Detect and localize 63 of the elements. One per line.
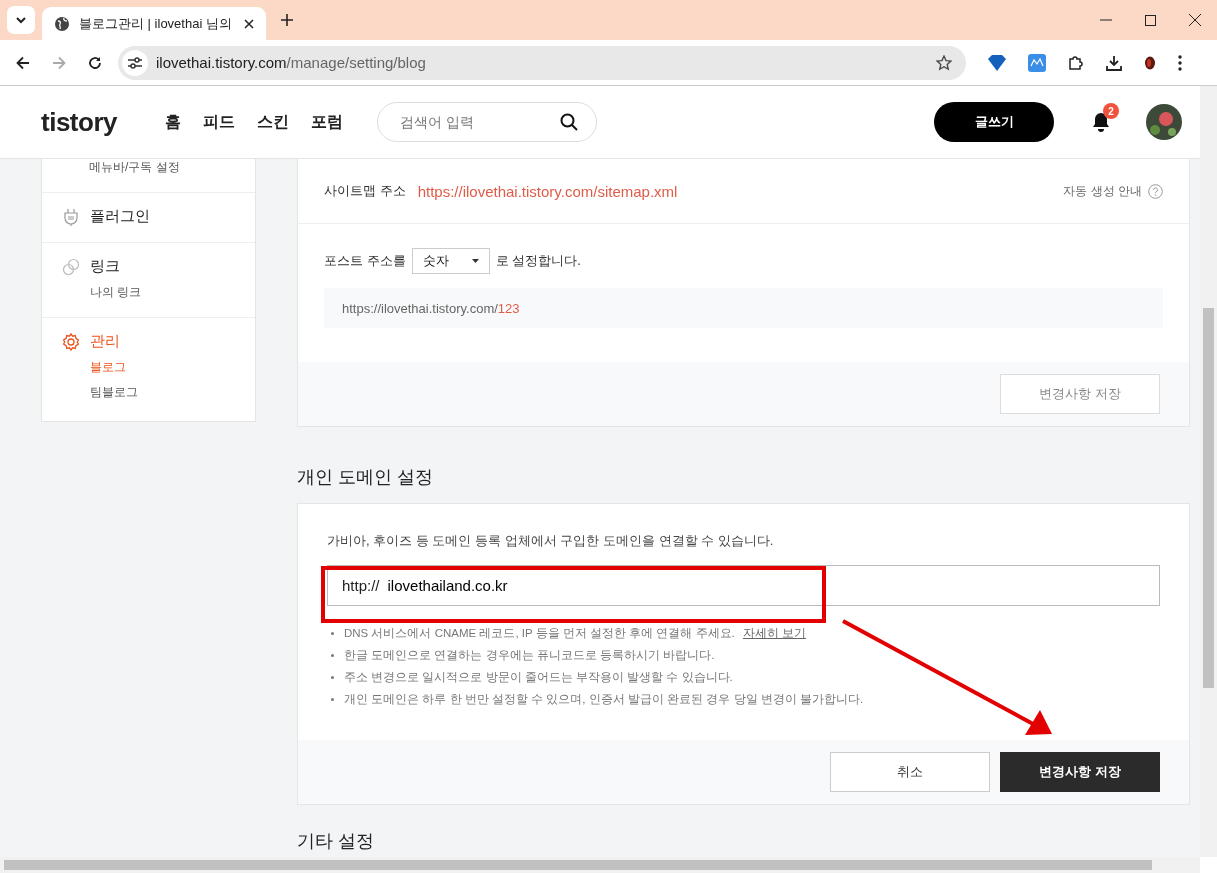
address-bar[interactable]: ilovethai.tistory.com/manage/setting/blog bbox=[118, 45, 966, 80]
gear-icon bbox=[62, 332, 80, 351]
note-text: DNS 서비스에서 CNAME 레코드, IP 등을 먼저 설정한 후에 연결해 주세요. bbox=[344, 625, 735, 641]
menu-icon[interactable] bbox=[1178, 54, 1182, 71]
sidebar-item[interactable]: 플러그인 bbox=[62, 207, 255, 226]
star-icon[interactable] bbox=[936, 54, 952, 71]
save-button[interactable]: 변경사항 저장 bbox=[1000, 752, 1160, 792]
notification-badge: 2 bbox=[1103, 103, 1119, 119]
section-heading: 기타 설정 bbox=[297, 830, 375, 851]
domain-field[interactable]: http:// ilovethailand.co.kr bbox=[327, 565, 1160, 606]
download-icon[interactable] bbox=[1106, 54, 1122, 71]
format-dropdown[interactable]: 숫자 bbox=[411, 248, 490, 274]
browser-tab[interactable]: 블로그관리 | ilovethai 님의 bbox=[42, 7, 266, 40]
close-icon[interactable] bbox=[244, 18, 254, 29]
note-text: 한글 도메인으로 연결하는 경우에는 퓨니코드로 등록하시기 바랍니다. bbox=[344, 647, 715, 663]
search-icon[interactable] bbox=[559, 113, 578, 131]
nav-link[interactable]: 홈 bbox=[164, 111, 181, 133]
link-icon bbox=[62, 257, 80, 276]
close-icon[interactable] bbox=[1189, 14, 1201, 26]
sidebar-subitem[interactable]: 나의 링크 bbox=[90, 284, 255, 301]
puzzle-icon[interactable] bbox=[1068, 54, 1084, 71]
caret-icon bbox=[471, 259, 479, 263]
search-field[interactable]: 검색어 입력 bbox=[397, 113, 560, 131]
note-text: 주소 변경으로 일시적으로 방문이 줄어드는 부작용이 발생할 수 있습니다. bbox=[344, 669, 733, 685]
sidebar-item[interactable]: 관리 bbox=[62, 332, 255, 351]
sidebar-item[interactable]: 링크 bbox=[62, 257, 255, 276]
protocol-prefix: http:// bbox=[342, 577, 380, 594]
extension-icon[interactable] bbox=[1028, 53, 1046, 72]
sitemap-link[interactable]: https://ilovethai.tistory.com/sitemap.xml bbox=[417, 182, 678, 200]
sitemap-label: 사이트맵 주소 bbox=[324, 182, 406, 200]
tab-list-button[interactable] bbox=[7, 6, 35, 34]
chevron-down-icon bbox=[16, 16, 26, 24]
note-text: 개인 도메인은 하루 한 번만 설정할 수 있으며, 인증서 발급이 완료된 경우 당일 변경이 불가합니다. bbox=[344, 691, 864, 707]
cancel-button[interactable]: 취소 bbox=[830, 752, 990, 792]
logo[interactable]: tistory bbox=[41, 106, 117, 138]
nav-link[interactable]: 스킨 bbox=[256, 111, 289, 133]
description: 가비아, 후이즈 등 도메인 등록 업체에서 구입한 도메인을 연결할 수 있습니다. bbox=[327, 532, 775, 550]
sidebar-subitem[interactable]: 메뉴바/구독 설정 bbox=[89, 159, 255, 176]
tab-title: 블로그관리 | ilovethai 님의 bbox=[79, 14, 233, 33]
nav-link[interactable]: 포럼 bbox=[310, 111, 343, 133]
avatar[interactable] bbox=[1146, 104, 1182, 140]
reload-icon[interactable] bbox=[88, 55, 102, 70]
site-settings-icon[interactable] bbox=[128, 56, 142, 69]
write-button[interactable]: 글쓰기 bbox=[934, 102, 1054, 142]
horizontal-scrollbar[interactable] bbox=[0, 857, 1200, 873]
url-preview: https://ilovethai.tistory.com/123 bbox=[324, 288, 1163, 328]
diamond-icon[interactable] bbox=[988, 54, 1006, 71]
details-link[interactable]: 자세히 보기 bbox=[742, 625, 806, 641]
vertical-scrollbar[interactable] bbox=[1200, 86, 1217, 857]
nav-link[interactable]: 피드 bbox=[202, 111, 235, 133]
post-address-label: 포스트 주소를 bbox=[324, 252, 406, 270]
bell-icon[interactable] bbox=[1092, 112, 1110, 132]
plug-icon bbox=[62, 207, 80, 226]
maximize-icon[interactable] bbox=[1145, 14, 1156, 26]
section-heading: 개인 도메인 설정 bbox=[297, 466, 434, 489]
back-icon[interactable] bbox=[16, 55, 30, 70]
help-text[interactable]: 자동 생성 안내 bbox=[1063, 182, 1142, 200]
sidebar-subitem[interactable]: 팀블로그 bbox=[90, 384, 255, 401]
post-address-suffix: 로 설정합니다. bbox=[495, 252, 581, 270]
new-tab-icon[interactable] bbox=[281, 14, 293, 26]
url-text: ilovethai.tistory.com/manage/setting/blog bbox=[156, 54, 427, 71]
globe-icon bbox=[54, 15, 70, 32]
sidebar-subitem[interactable]: 블로그 bbox=[90, 359, 255, 376]
